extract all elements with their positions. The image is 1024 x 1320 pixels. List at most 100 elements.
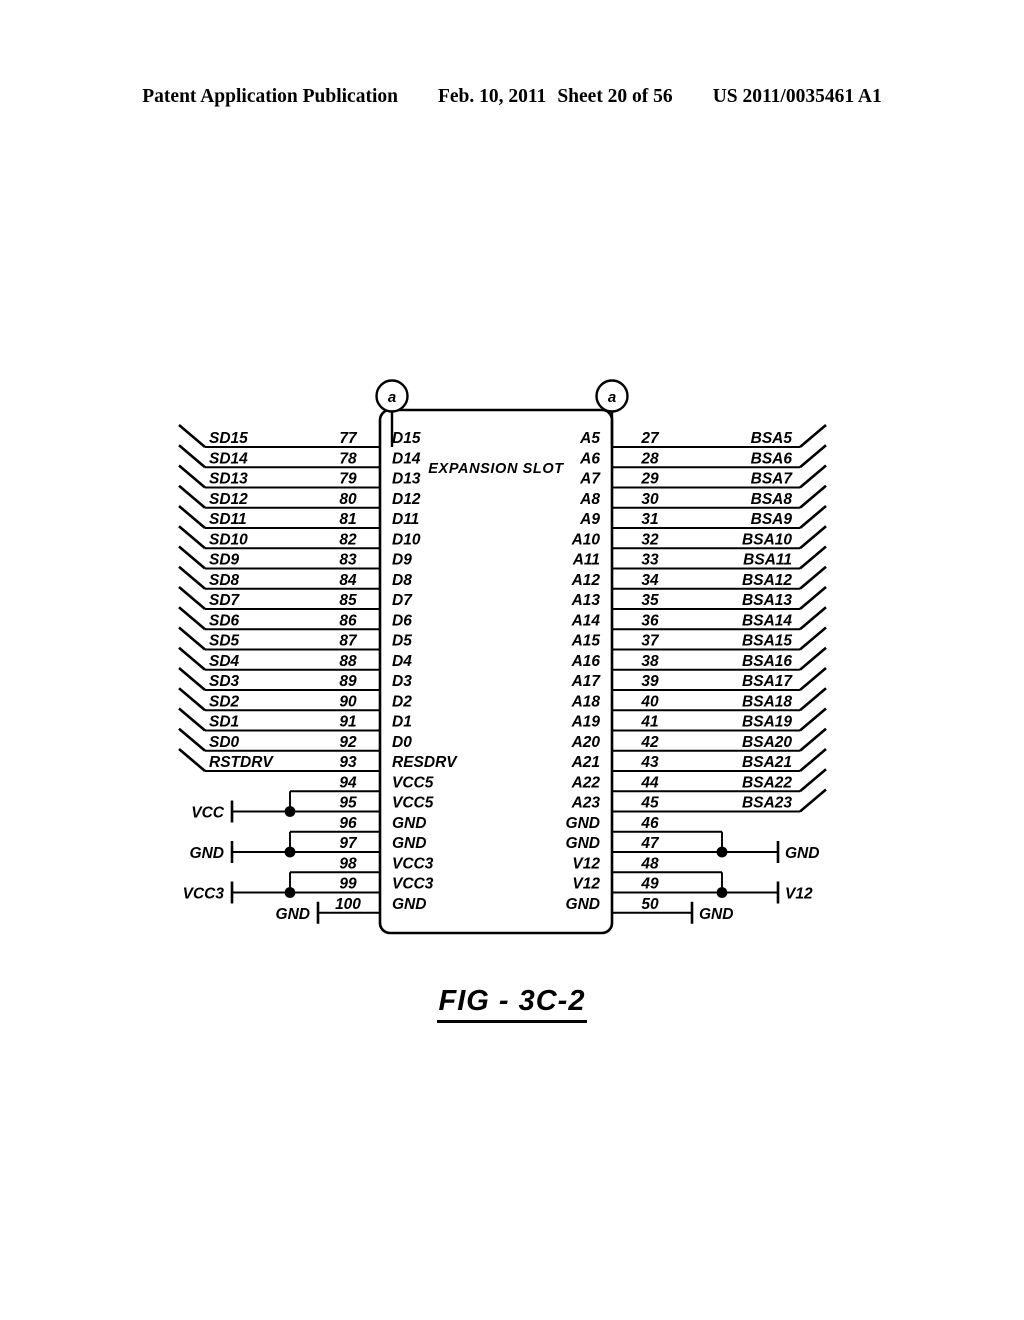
junction-dot	[716, 846, 728, 858]
pin-name-right: A6	[579, 450, 600, 467]
pin-name-right: V12	[572, 855, 600, 872]
pin-row-right: A16 38 BSA16	[571, 646, 827, 671]
pin-number-left: 84	[339, 572, 357, 589]
signal-label-left: SD9	[209, 552, 240, 569]
pin-name-right: V12	[572, 876, 600, 893]
bus-flag-left	[178, 646, 206, 671]
pin-name-left: D9	[392, 552, 412, 569]
pin-number-right: 48	[640, 855, 659, 872]
pin-name-left: GND	[392, 835, 426, 852]
bus-flag-right	[799, 586, 827, 610]
signal-label-left: SD5	[209, 633, 240, 650]
pin-row-right: A15 37 BSA15	[571, 626, 827, 651]
pin-number-right: 34	[641, 572, 659, 589]
pin-name-right: A9	[579, 511, 600, 528]
pin-row-right: A13 35 BSA13	[571, 586, 827, 610]
pin-name-left: GND	[392, 896, 426, 913]
rail-terminal-left-label: VCC3	[183, 886, 225, 903]
pin-number-left: 99	[339, 876, 357, 893]
pin-name-left: D8	[392, 572, 412, 589]
bus-flag-right	[799, 606, 827, 631]
pin-name-right: GND	[566, 896, 600, 913]
left-pin-group: D15 77 SD15 D14 78 SD14 D13 79 SD13 D12 80 SD12 D11 8…	[178, 424, 458, 913]
bus-flag-left	[178, 545, 206, 570]
pin-name-left: D2	[392, 693, 412, 710]
signal-label-right: BSA10	[742, 531, 792, 548]
pin-row-left: D9 83 SD9	[178, 545, 412, 570]
pin-row-right: A21 43 BSA21	[571, 748, 827, 772]
bus-flag-left	[178, 586, 206, 610]
bus-flag-left	[178, 424, 206, 448]
pin-row-right: A22 44 BSA22	[571, 768, 827, 793]
pin-number-right: 44	[640, 774, 659, 791]
pin-row-right: A18 40 BSA18	[571, 687, 827, 712]
power-rail-left: GND	[276, 901, 380, 924]
pin-number-right: 47	[640, 835, 660, 852]
signal-label-right: BSA16	[742, 653, 792, 670]
bus-flag-right	[799, 646, 827, 671]
reference-marker-right-label: a	[608, 389, 616, 406]
pin-row-left: D15 77 SD15	[178, 424, 421, 448]
pin-number-left: 83	[339, 552, 357, 569]
pin-name-right: A18	[571, 693, 601, 710]
signal-label-left: RSTDRV	[209, 754, 274, 771]
pin-name-right: A15	[571, 633, 601, 650]
pin-row-left: VCC3 99	[339, 876, 433, 893]
rail-terminal-right-label: GND	[785, 845, 819, 862]
signal-label-right: BSA6	[751, 450, 793, 467]
signal-label-left: SD6	[209, 612, 240, 629]
pin-row-right: A20 42 BSA20	[571, 727, 827, 752]
block-label: EXPANSION SLOT	[428, 461, 564, 477]
signal-label-left: SD0	[209, 734, 240, 751]
signal-label-right: BSA19	[742, 714, 792, 731]
pin-name-left: D3	[392, 673, 412, 690]
bus-flag-right	[799, 505, 827, 529]
pin-name-right: A20	[571, 734, 601, 751]
pin-number-left: 81	[339, 511, 356, 528]
pin-name-right: A10	[571, 531, 601, 548]
pin-row-left: D13 79 SD13	[178, 464, 421, 489]
rail-terminal-left-label: GND	[276, 906, 310, 923]
pin-number-left: 78	[339, 450, 357, 467]
signal-label-right: BSA9	[751, 511, 793, 528]
pin-row-left: GND 97	[339, 835, 426, 852]
pin-name-left: RESDRV	[392, 754, 458, 771]
pin-row-left: GND 96	[339, 815, 426, 832]
pin-number-right: 33	[641, 552, 659, 569]
pin-row-right: A23 45 BSA23	[571, 788, 827, 813]
pin-number-right: 37	[641, 633, 660, 650]
pin-number-left: 82	[339, 531, 357, 548]
signal-label-right: BSA15	[742, 633, 792, 650]
bus-flag-right	[799, 565, 827, 590]
bus-flag-right	[799, 545, 827, 570]
signal-label-right: BSA18	[742, 693, 792, 710]
bus-flag-right	[799, 748, 827, 772]
pin-row-left: D1 91 SD1	[178, 707, 412, 732]
pin-name-left: VCC5	[392, 795, 434, 812]
pin-row-right: V12 49	[572, 876, 659, 893]
signal-label-left: SD14	[209, 450, 248, 467]
pin-number-left: 89	[339, 673, 357, 690]
signal-label-right: BSA8	[751, 491, 793, 508]
signal-label-right: BSA12	[742, 572, 792, 589]
pin-name-left: VCC3	[392, 876, 434, 893]
bus-flag-right	[799, 444, 827, 469]
pin-row-left: D5 87 SD5	[178, 626, 412, 651]
bus-flag-right	[799, 525, 827, 550]
pin-name-right: A7	[579, 471, 601, 488]
pin-row-left: VCC5 95	[339, 795, 433, 812]
pin-number-left: 88	[339, 653, 357, 670]
pin-number-left: 97	[339, 835, 358, 852]
signal-label-right: BSA7	[751, 471, 794, 488]
pin-row-left: D4 88 SD4	[178, 646, 412, 671]
pin-name-left: D10	[392, 531, 421, 548]
schematic-figure: EXPANSION SLOT a a D15 77 SD15 D14 78 SD14 D13…	[0, 0, 1024, 1320]
bus-flag-right	[799, 667, 827, 691]
pin-row-right: V12 48	[572, 855, 659, 872]
pin-row-right: A7 29 BSA7	[579, 464, 827, 489]
pin-row-left: D12 80 SD12	[178, 484, 421, 509]
pin-name-left: GND	[392, 815, 426, 832]
pin-number-left: 85	[339, 592, 357, 609]
pin-name-right: A13	[571, 592, 601, 609]
pin-number-right: 30	[641, 491, 659, 508]
